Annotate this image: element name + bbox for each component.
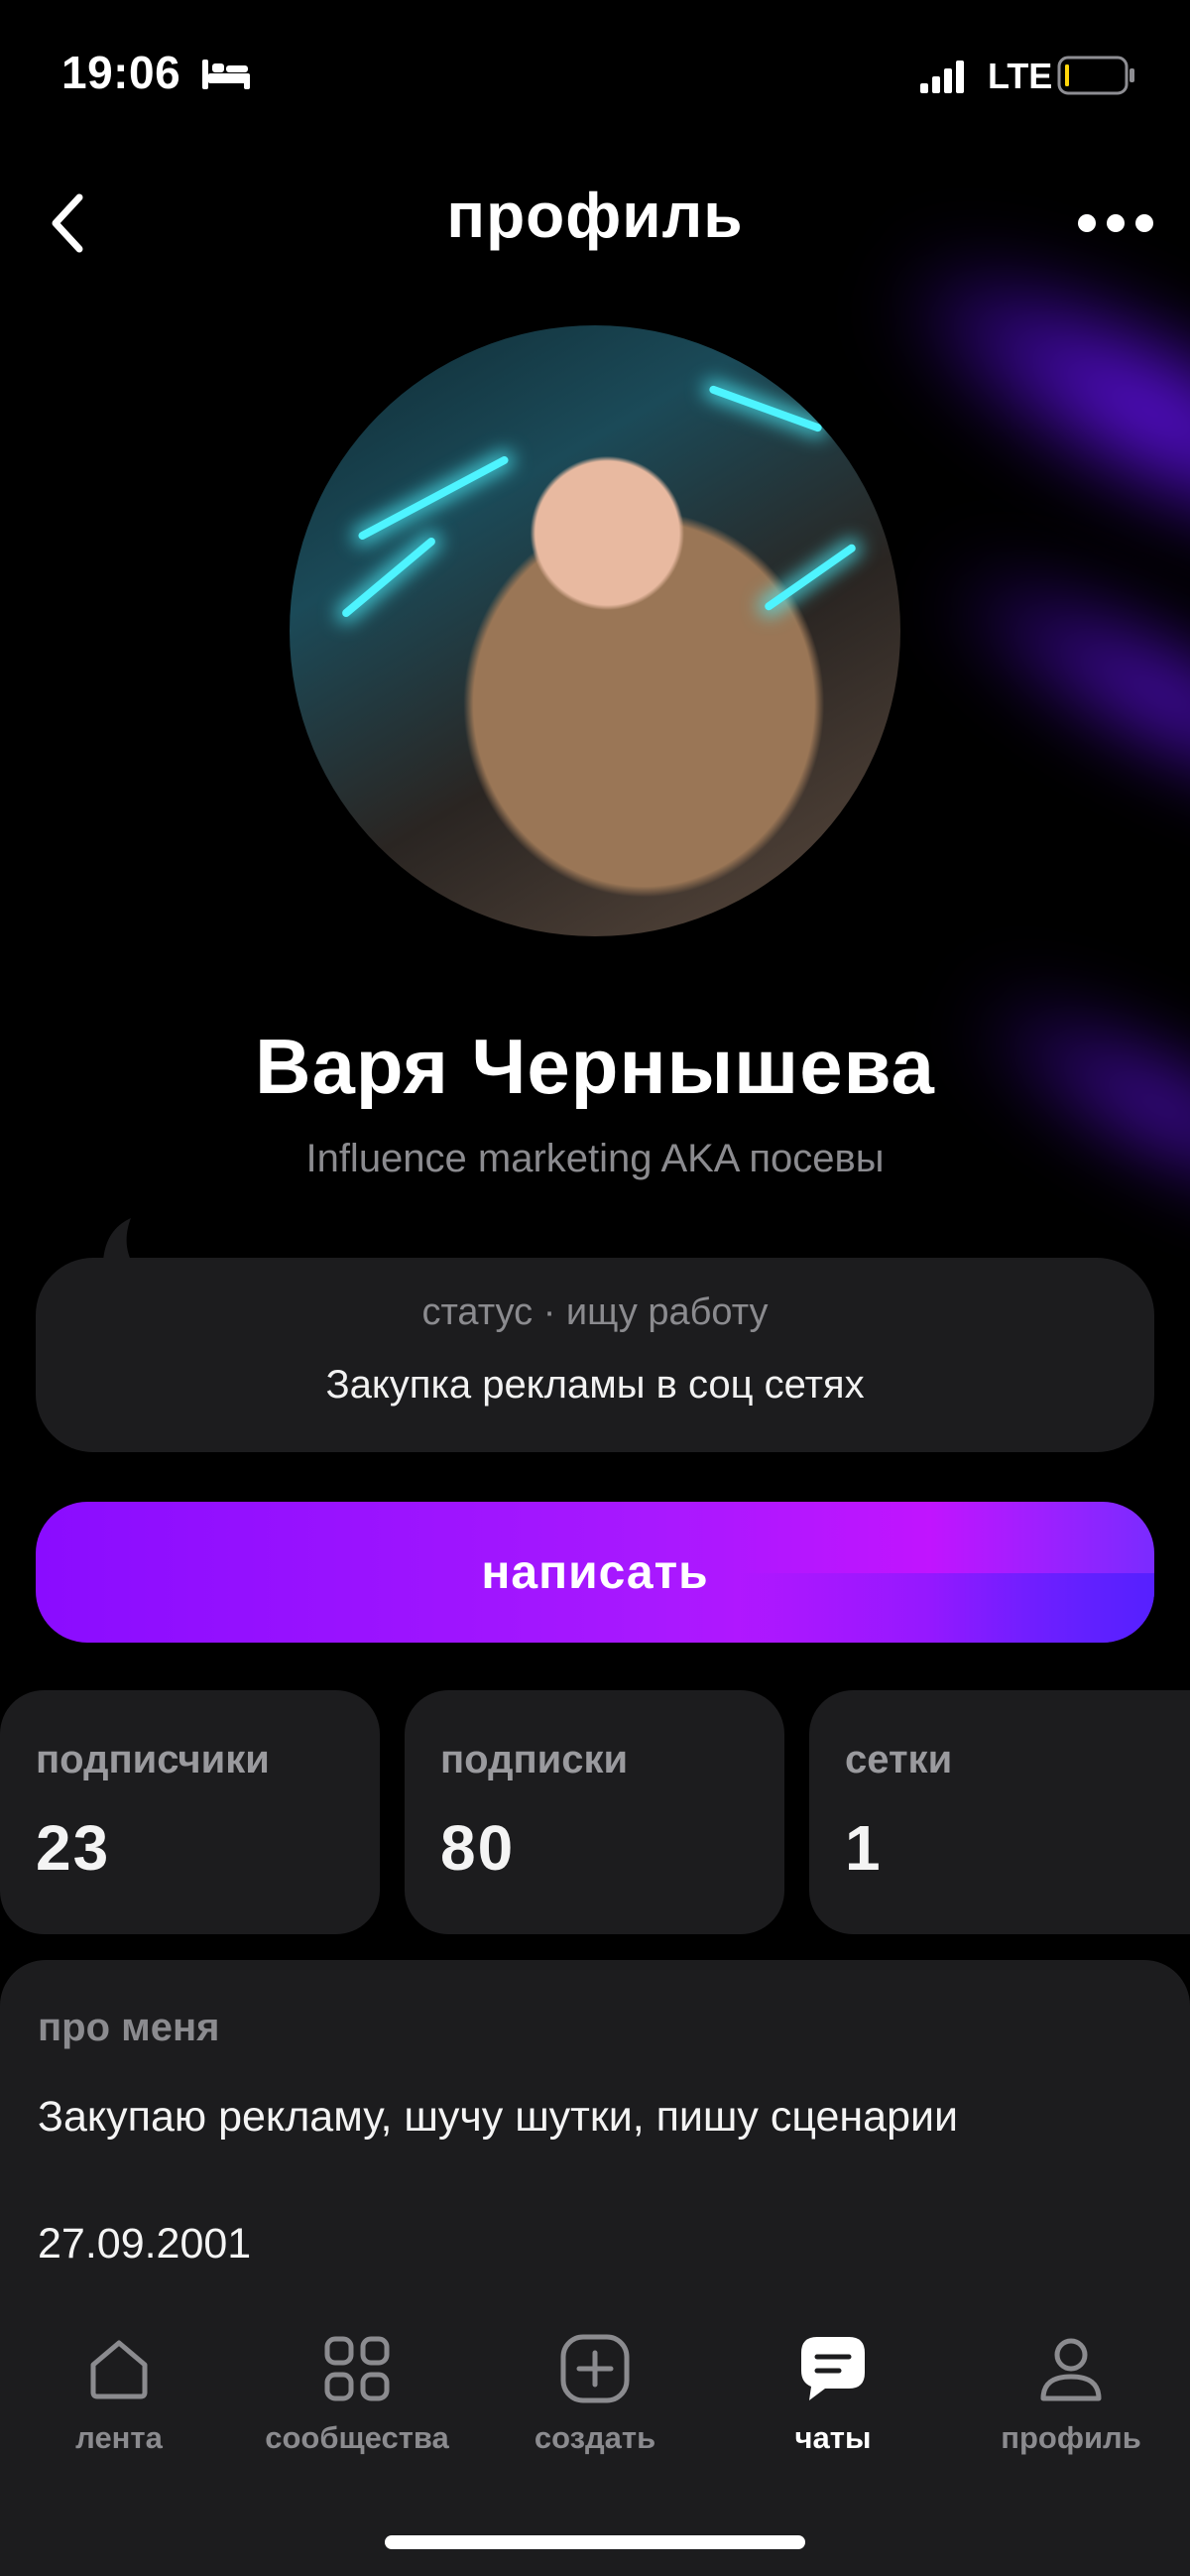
- tab-label: чаты: [794, 2420, 872, 2455]
- status-time: 19:06: [61, 47, 181, 98]
- stat-label: подписчики: [36, 1738, 270, 1781]
- tab-feed[interactable]: лента: [0, 2331, 238, 2470]
- more-dots-icon[interactable]: [1071, 203, 1160, 243]
- purple-glow: [921, 530, 1190, 859]
- write-button-label: написать: [481, 1545, 709, 1599]
- status-bar: 19:06 LTE: [0, 0, 1190, 149]
- home-icon: [90, 2340, 148, 2399]
- chat-icon: [801, 2337, 865, 2400]
- status-card: [36, 1258, 1154, 1452]
- signal-icon: [920, 61, 964, 93]
- stat-value: 1: [845, 1812, 883, 1884]
- status-text: Закупка рекламы в соц сетях: [325, 1363, 865, 1407]
- stat-card-networks[interactable]: сетки 1: [809, 1690, 1190, 1934]
- stat-card-following[interactable]: подписки 80: [405, 1690, 784, 1934]
- tab-label: профиль: [1001, 2420, 1141, 2455]
- status-label: статус · ищу работу: [421, 1291, 769, 1333]
- avatar[interactable]: [290, 325, 900, 936]
- page-title: профиль: [446, 180, 744, 251]
- purple-glow: [865, 206, 1190, 617]
- profile-name: Варя Чернышева: [255, 1023, 935, 1110]
- stat-value: 80: [440, 1812, 516, 1884]
- tab-label: лента: [75, 2420, 163, 2455]
- about-text: Закупаю рекламу, шучу шутки, пишу сценар…: [38, 2093, 959, 2141]
- tab-label: сообщества: [265, 2420, 449, 2455]
- tab-chats[interactable]: чаты: [714, 2331, 952, 2470]
- bed-icon: [202, 60, 250, 89]
- profile-tagline: Influence marketing AKA посевы: [305, 1137, 885, 1180]
- tab-profile[interactable]: профиль: [952, 2331, 1190, 2470]
- write-message-button[interactable]: написать: [36, 1502, 1154, 1643]
- plus-square-icon: [560, 2334, 630, 2403]
- person-icon: [1040, 2338, 1102, 2401]
- network-type: LTE: [988, 56, 1053, 96]
- tab-label: создать: [534, 2420, 656, 2455]
- grid-icon: [324, 2336, 390, 2401]
- stat-value: 23: [36, 1812, 111, 1884]
- stat-label: сетки: [845, 1738, 953, 1781]
- stat-label: подписки: [440, 1738, 629, 1781]
- tab-communities[interactable]: сообщества: [238, 2331, 476, 2470]
- home-indicator: [385, 2535, 805, 2549]
- birthday: 27.09.2001: [38, 2220, 252, 2268]
- tab-create[interactable]: создать: [476, 2331, 714, 2470]
- about-label: про меня: [38, 2006, 220, 2049]
- stat-card-followers[interactable]: подписчики 23: [0, 1690, 380, 1934]
- battery-icon: [1057, 56, 1134, 95]
